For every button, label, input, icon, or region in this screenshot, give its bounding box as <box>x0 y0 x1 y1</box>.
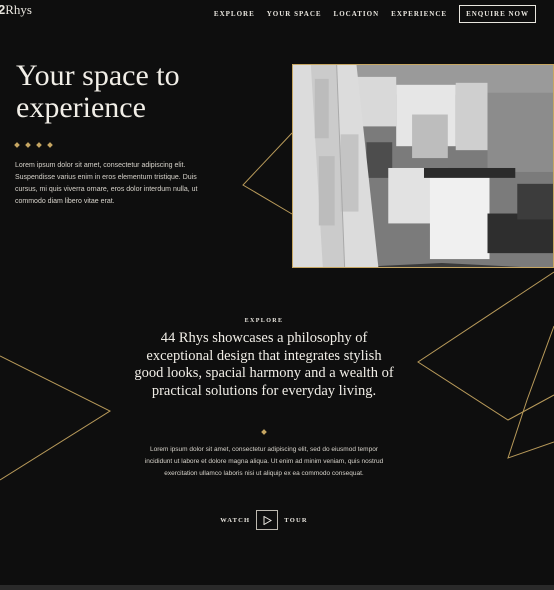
hero-diamonds <box>14 142 53 148</box>
diamond-icon <box>25 142 31 148</box>
watch-tour: WATCH TOUR <box>0 510 528 530</box>
diamond-icon <box>47 142 53 148</box>
hero-title-line1: Your space to <box>16 59 180 92</box>
kitchen-photo <box>292 64 554 268</box>
diamond-icon <box>14 142 20 148</box>
enquire-now-button[interactable]: ENQUIRE NOW <box>459 5 536 23</box>
next-section-edge <box>0 585 554 590</box>
watch-label: WATCH <box>220 516 251 524</box>
hero-body-text: Lorem ipsum dolor sit amet, consectetur … <box>15 162 198 205</box>
hero-title-line2: experience <box>16 91 146 124</box>
diamond-icon <box>261 429 267 435</box>
diamond-icon <box>36 142 42 148</box>
tour-label: TOUR <box>284 516 308 524</box>
play-icon <box>263 515 272 525</box>
play-button[interactable] <box>256 510 279 530</box>
explore-body-text: Lorem ipsum dolor sit amet, consectetur … <box>144 446 384 477</box>
logo-name: Rhys <box>5 2 32 17</box>
nav-location[interactable]: LOCATION <box>334 10 380 18</box>
hero-title: Your space to experience <box>16 60 180 124</box>
nav-experience[interactable]: EXPERIENCE <box>391 10 447 18</box>
brand-logo[interactable]: 2Rhys <box>0 2 32 18</box>
nav-explore[interactable]: EXPLORE <box>214 10 255 18</box>
explore-section-label: EXPLORE <box>244 318 284 324</box>
main-nav: EXPLORE YOUR SPACE LOCATION EXPERIENCE E… <box>214 5 536 23</box>
nav-your-space[interactable]: YOUR SPACE <box>267 10 322 18</box>
explore-tagline: 44 Rhys showcases a philosophy of except… <box>134 330 394 399</box>
